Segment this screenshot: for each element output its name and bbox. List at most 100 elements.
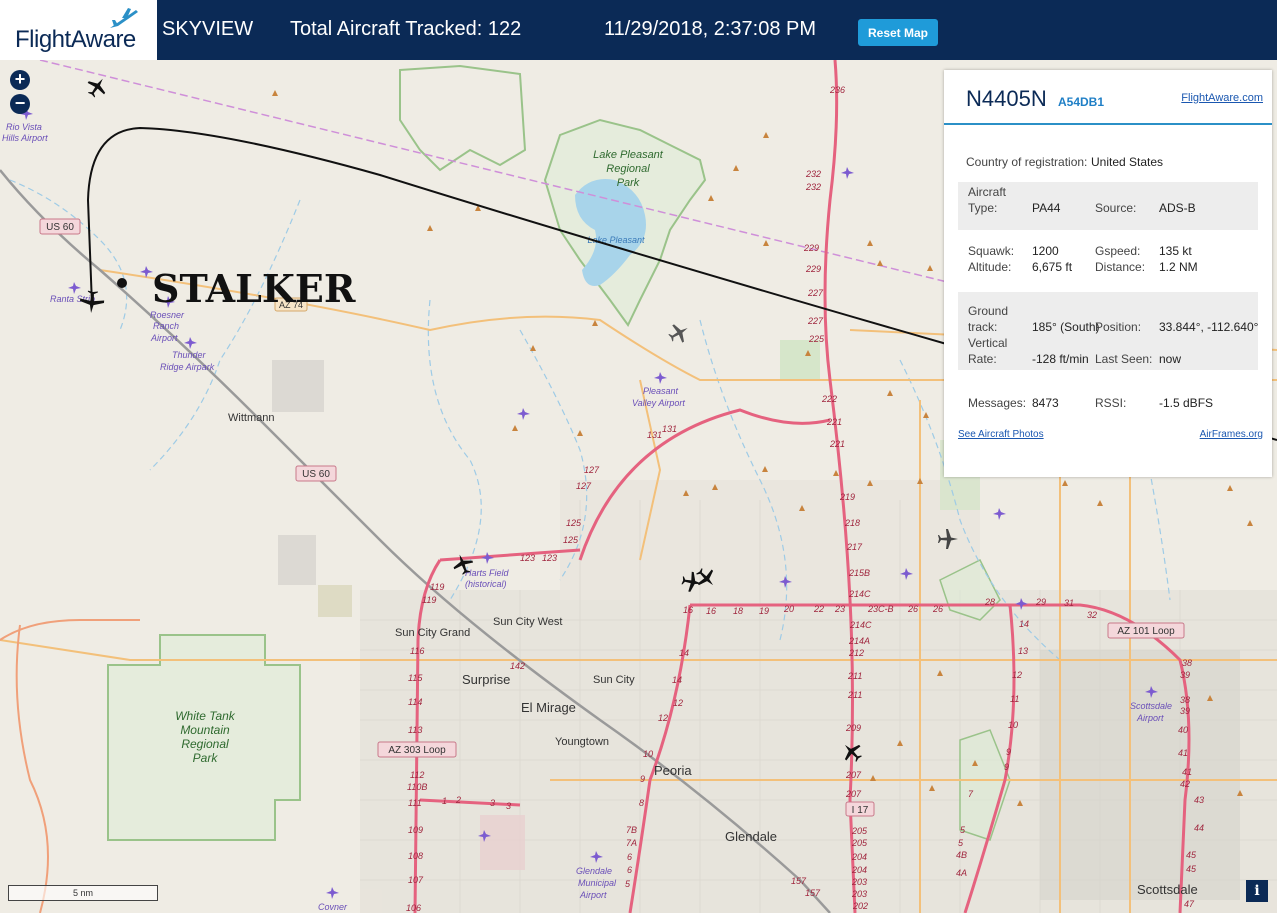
aircraft-count: Total Aircraft Tracked: 122: [290, 18, 522, 40]
svg-text:16: 16: [683, 605, 693, 615]
svg-text:221: 221: [826, 417, 842, 427]
last-seen-value: now: [1159, 352, 1182, 366]
svg-text:227: 227: [807, 316, 824, 326]
svg-text:202: 202: [852, 901, 868, 911]
svg-text:232: 232: [805, 169, 821, 179]
gspeed-label: Gspeed:: [1095, 244, 1141, 258]
svg-text:131: 131: [662, 424, 677, 434]
aircraft-photos-link[interactable]: See Aircraft Photos: [958, 429, 1044, 440]
svg-text:131: 131: [647, 430, 662, 440]
svg-text:204: 204: [851, 852, 867, 862]
svg-text:229: 229: [803, 243, 819, 253]
svg-text:29: 29: [1035, 597, 1046, 607]
harts-field-label-1: Harts Field: [465, 568, 510, 578]
svg-text:221: 221: [829, 439, 845, 449]
svg-text:123: 123: [520, 553, 535, 563]
svg-text:123: 123: [542, 553, 557, 563]
scottsdale-label: Scottsdale: [1137, 882, 1198, 897]
svg-text:23C-B: 23C-B: [867, 604, 894, 614]
white-tank-label-2: Mountain: [180, 723, 230, 737]
lake-park-label-3: Park: [617, 177, 640, 189]
svg-text:41: 41: [1178, 748, 1188, 758]
svg-text:43: 43: [1194, 795, 1204, 805]
source-value: ADS-B: [1159, 201, 1196, 215]
info-icon[interactable]: i: [1246, 880, 1268, 902]
lake-park-label-2: Regional: [606, 163, 650, 175]
sun-city-grand-label: Sun City Grand: [395, 627, 470, 639]
map-canvas[interactable]: Lake Pleasant Regional Park Lake Pleasan…: [0, 60, 1277, 913]
svg-text:116: 116: [410, 646, 424, 656]
aircraft-hex: A54DB1: [1058, 95, 1105, 109]
altitude-label: Altitude:: [968, 260, 1012, 274]
az-101-shield: AZ 101 Loop: [1117, 626, 1175, 637]
svg-text:127: 127: [576, 481, 592, 491]
pleasant-valley-label-1: Pleasant: [643, 386, 679, 396]
us-60-shield-b: US 60: [302, 469, 330, 480]
svg-text:2: 2: [455, 795, 461, 805]
reset-map-button[interactable]: Reset Map: [858, 19, 938, 46]
source-label: Source:: [1095, 201, 1137, 215]
svg-text:13: 13: [1018, 646, 1028, 656]
svg-text:204: 204: [851, 865, 867, 875]
svg-text:107: 107: [408, 875, 424, 885]
app-name: SKYVIEW: [162, 18, 254, 40]
datetime: 11/29/2018, 2:37:08 PM: [604, 18, 817, 40]
flightaware-link[interactable]: FlightAware.com: [1181, 92, 1263, 104]
pleasant-valley-label-2: Valley Airport: [632, 398, 685, 408]
svg-text:115: 115: [408, 673, 423, 683]
svg-text:205: 205: [851, 838, 868, 848]
surprise-label: Surprise: [462, 672, 510, 687]
altitude-value: 6,675 ft: [1032, 260, 1073, 274]
svg-text:9: 9: [1006, 747, 1011, 757]
country-value: United States: [1091, 155, 1164, 169]
svg-text:31: 31: [1064, 598, 1074, 608]
glendale-label: Glendale: [725, 829, 777, 844]
map-scale-bar: 5 nm: [8, 885, 158, 901]
svg-text:4A: 4A: [956, 868, 967, 878]
vertical-rate-label-2: Rate:: [968, 352, 997, 366]
svg-text:42: 42: [1180, 779, 1190, 789]
svg-text:106: 106: [406, 903, 421, 913]
svg-text:7B: 7B: [626, 825, 637, 835]
svg-text:113: 113: [408, 725, 422, 735]
svg-text:20: 20: [783, 604, 794, 614]
svg-text:19: 19: [759, 606, 769, 616]
thunder-label-2: Ridge Airpark: [160, 362, 215, 372]
sun-city-west-label: Sun City West: [493, 616, 563, 628]
svg-text:26: 26: [932, 604, 943, 614]
peoria-label: Peoria: [654, 763, 692, 778]
svg-text:214A: 214A: [848, 636, 870, 646]
az-303-shield: AZ 303 Loop: [388, 745, 446, 756]
i-17-shield: I 17: [852, 805, 869, 816]
lake-label: Lake Pleasant: [587, 235, 645, 245]
white-tank-label-4: Park: [193, 751, 219, 765]
svg-text:26: 26: [907, 604, 918, 614]
el-mirage-label: El Mirage: [521, 700, 576, 715]
svg-text:157: 157: [791, 876, 807, 886]
panel-header: N4405N A54DB1 FlightAware.com: [944, 70, 1272, 125]
svg-text:214C: 214C: [849, 620, 872, 630]
svg-text:157: 157: [805, 888, 821, 898]
svg-text:217: 217: [846, 542, 863, 552]
svg-text:227: 227: [807, 288, 824, 298]
svg-text:203: 203: [851, 877, 867, 887]
squawk-label: Squawk:: [968, 244, 1015, 258]
svg-text:45: 45: [1186, 864, 1197, 874]
flightaware-logo[interactable]: FlightAware: [0, 0, 157, 60]
distance-label: Distance:: [1095, 260, 1146, 274]
last-seen-label: Last Seen:: [1095, 352, 1153, 366]
svg-text:207: 207: [845, 770, 862, 780]
svg-text:112: 112: [410, 770, 424, 780]
svg-text:3: 3: [506, 801, 511, 811]
svg-text:211: 211: [847, 690, 862, 700]
thunder-label-1: Thunder: [172, 350, 207, 360]
svg-text:219: 219: [839, 492, 855, 502]
svg-text:232: 232: [805, 182, 821, 192]
svg-text:14: 14: [672, 675, 682, 685]
svg-text:142: 142: [510, 661, 525, 671]
airframes-link[interactable]: AirFrames.org: [1200, 429, 1263, 440]
aircraft-type-label-2: Type:: [968, 201, 998, 215]
svg-text:222: 222: [821, 394, 837, 404]
zoom-in-button[interactable]: +: [10, 70, 30, 90]
zoom-out-button[interactable]: −: [10, 94, 30, 114]
